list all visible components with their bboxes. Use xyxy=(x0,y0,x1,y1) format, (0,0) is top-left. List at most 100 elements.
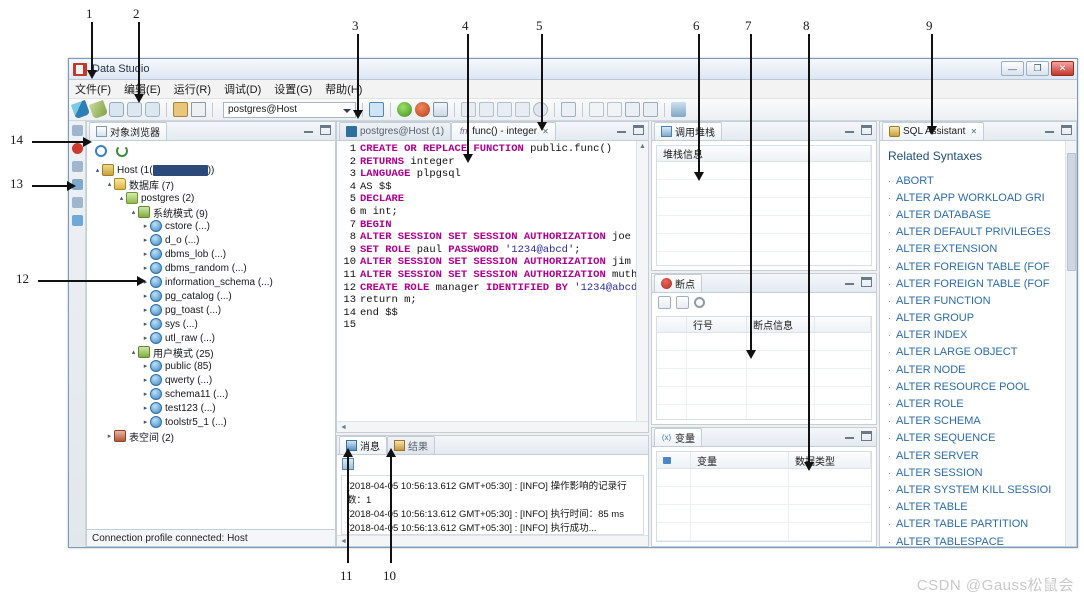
code-line[interactable]: 6m int; xyxy=(339,206,636,219)
menu-run[interactable]: 运行(R) xyxy=(174,81,211,97)
tree-node[interactable]: ▴系统模式 (9) xyxy=(87,205,335,219)
menu-file[interactable]: 文件(F) xyxy=(75,81,111,97)
tree-node[interactable]: ▸test123 (...) xyxy=(87,401,335,415)
code-line[interactable]: 10ALTER SESSION SET SESSION AUTHORIZATIO… xyxy=(339,256,636,269)
minimize-button[interactable]: — xyxy=(1001,61,1024,76)
syntax-link[interactable]: ALTER TABLE xyxy=(896,501,968,513)
syntax-list-item[interactable]: ·ALTER ROLE xyxy=(888,395,1065,412)
collapse-arrow-icon[interactable]: ▴ xyxy=(129,208,138,216)
syntax-link[interactable]: ALTER INDEX xyxy=(896,329,967,341)
tree-node[interactable]: ▸dbms_random (...) xyxy=(87,261,335,275)
link-icon[interactable] xyxy=(72,125,83,136)
syntax-list-item[interactable]: ·ALTER FOREIGN TABLE (FOF xyxy=(888,258,1065,275)
remove-breakpoint-icon[interactable] xyxy=(676,296,689,309)
maximize-panel-icon[interactable] xyxy=(320,125,331,135)
syntax-list-item[interactable]: ·ABORT xyxy=(888,172,1065,189)
expand-arrow-icon[interactable]: ▸ xyxy=(141,264,150,272)
syntax-list-item[interactable]: ·ALTER FOREIGN TABLE (FOF xyxy=(888,275,1065,292)
syntax-link[interactable]: ALTER TABLE PARTITION xyxy=(896,518,1028,530)
maximize-editor-icon[interactable] xyxy=(633,125,644,135)
syntax-link[interactable]: ALTER FOREIGN TABLE (FOF xyxy=(896,261,1049,273)
breakpoints-grid[interactable]: 行号 断点信息 xyxy=(656,316,872,420)
syntax-list-item[interactable]: ·ALTER NODE xyxy=(888,361,1065,378)
syntax-link[interactable]: ALTER DEFAULT PRIVILEGES xyxy=(896,226,1051,238)
syntax-list-item[interactable]: ·ALTER TABLE PARTITION xyxy=(888,516,1065,533)
table-row[interactable] xyxy=(657,405,871,420)
table-row[interactable] xyxy=(657,216,871,234)
refresh-icon[interactable] xyxy=(116,145,128,157)
expand-arrow-icon[interactable]: ▸ xyxy=(141,334,150,342)
expand-arrow-icon[interactable]: ▸ xyxy=(141,376,150,384)
code-line[interactable]: 9SET ROLE paul PASSWORD '1234@abcd'; xyxy=(339,244,636,257)
expand-arrow-icon[interactable]: ▸ xyxy=(141,250,150,258)
syntax-list-item[interactable]: ·ALTER SEQUENCE xyxy=(888,430,1065,447)
stop-debug-icon[interactable] xyxy=(515,102,530,117)
tab-postgres-host[interactable]: postgres@Host (1) xyxy=(339,122,451,140)
messages-scroll-left-icon[interactable]: ◄ xyxy=(340,538,347,545)
tree-node[interactable]: ▸public (85) xyxy=(87,359,335,373)
explain-plan-icon[interactable] xyxy=(433,102,448,117)
outdent-icon[interactable] xyxy=(643,102,658,117)
syntax-list-item[interactable]: ·ALTER GROUP xyxy=(888,310,1065,327)
format-sql-icon[interactable] xyxy=(561,102,576,117)
export-icon[interactable] xyxy=(145,102,160,117)
syntax-link[interactable]: ALTER FOREIGN TABLE (FOF xyxy=(896,278,1049,290)
code-line[interactable]: 15 xyxy=(339,319,636,332)
code-line[interactable]: 4AS $$ xyxy=(339,181,636,194)
tab-callstack[interactable]: 调用堆栈 xyxy=(654,122,722,140)
search-icon[interactable] xyxy=(95,145,107,157)
tree-node[interactable]: ▸pg_catalog (...) xyxy=(87,289,335,303)
pin-icon[interactable] xyxy=(72,197,83,208)
tree-node[interactable]: ▸information_schema (...) xyxy=(87,275,335,289)
syntax-link[interactable]: ALTER SERVER xyxy=(896,450,979,462)
syntax-link[interactable]: ALTER LARGE OBJECT xyxy=(896,346,1017,358)
syntax-link[interactable]: ALTER TABLESPACE xyxy=(896,536,1004,546)
menu-settings[interactable]: 设置(G) xyxy=(274,81,312,97)
syntax-list-item[interactable]: ·ALTER SCHEMA xyxy=(888,413,1065,430)
tab-variables[interactable]: (x) 变量 xyxy=(654,428,702,446)
link-icon-2[interactable] xyxy=(72,161,83,172)
new-sql-terminal-icon[interactable] xyxy=(71,100,90,119)
code-line[interactable]: 5DECLARE xyxy=(339,193,636,206)
breakpoint-dot-icon[interactable] xyxy=(72,143,83,154)
tree-node[interactable]: ▸toolstr5_1 (...) xyxy=(87,415,335,429)
expand-arrow-icon[interactable]: ▸ xyxy=(141,362,150,370)
minimize-breakpoints-icon[interactable] xyxy=(844,277,855,287)
variables-grid[interactable]: 变量 数据类型 xyxy=(656,451,872,542)
tab-object-browser[interactable]: 对象浏览器 xyxy=(89,122,167,140)
table-row[interactable] xyxy=(657,351,871,369)
expand-arrow-icon[interactable]: ▸ xyxy=(141,306,150,314)
table-row[interactable] xyxy=(657,505,871,523)
collapse-arrow-icon[interactable]: ▴ xyxy=(105,180,114,188)
expand-arrow-icon[interactable]: ▸ xyxy=(105,432,114,440)
code-line[interactable]: 12CREATE ROLE manager IDENTIFIED BY '123… xyxy=(339,282,636,295)
scroll-up-icon[interactable]: ▲ xyxy=(639,143,646,150)
close-sql-assistant-icon[interactable]: ✕ xyxy=(970,127,977,136)
table-row[interactable] xyxy=(657,487,871,505)
syntax-link[interactable]: ALTER FUNCTION xyxy=(896,295,991,307)
syntax-list-item[interactable]: ·ALTER DEFAULT PRIVILEGES xyxy=(888,224,1065,241)
save-as-icon[interactable] xyxy=(191,102,206,117)
copy-icon[interactable] xyxy=(72,215,83,226)
toggle-breakpoint-icon[interactable] xyxy=(658,296,671,309)
editor-horizontal-scrollbar[interactable]: ◄ xyxy=(337,421,648,432)
syntax-link[interactable]: ALTER GROUP xyxy=(896,312,974,324)
new-function-icon[interactable] xyxy=(89,100,108,119)
syntax-list-item[interactable]: ·ALTER INDEX xyxy=(888,327,1065,344)
maximize-breakpoints-icon[interactable] xyxy=(861,277,872,287)
scroll-left-icon[interactable]: ◄ xyxy=(340,424,347,431)
save-icon[interactable] xyxy=(173,102,188,117)
expand-arrow-icon[interactable]: ▸ xyxy=(141,404,150,412)
code-line[interactable]: 1CREATE OR REPLACE FUNCTION public.func(… xyxy=(339,143,636,156)
code-line[interactable]: 2 RETURNS integer xyxy=(339,156,636,169)
restore-button[interactable]: ❐ xyxy=(1026,61,1049,76)
tree-node[interactable]: ▸utl_raw (...) xyxy=(87,331,335,345)
expand-arrow-icon[interactable]: ▸ xyxy=(141,320,150,328)
syntax-link[interactable]: ALTER RESOURCE POOL xyxy=(896,381,1030,393)
syntax-link[interactable]: ALTER SEQUENCE xyxy=(896,432,995,444)
table-row[interactable] xyxy=(657,523,871,541)
syntax-list-item[interactable]: ·ALTER LARGE OBJECT xyxy=(888,344,1065,361)
code-line[interactable]: 8ALTER SESSION SET SESSION AUTHORIZATION… xyxy=(339,231,636,244)
code-line[interactable]: 7BEGIN xyxy=(339,219,636,232)
syntax-list-item[interactable]: ·ALTER TABLE xyxy=(888,499,1065,516)
